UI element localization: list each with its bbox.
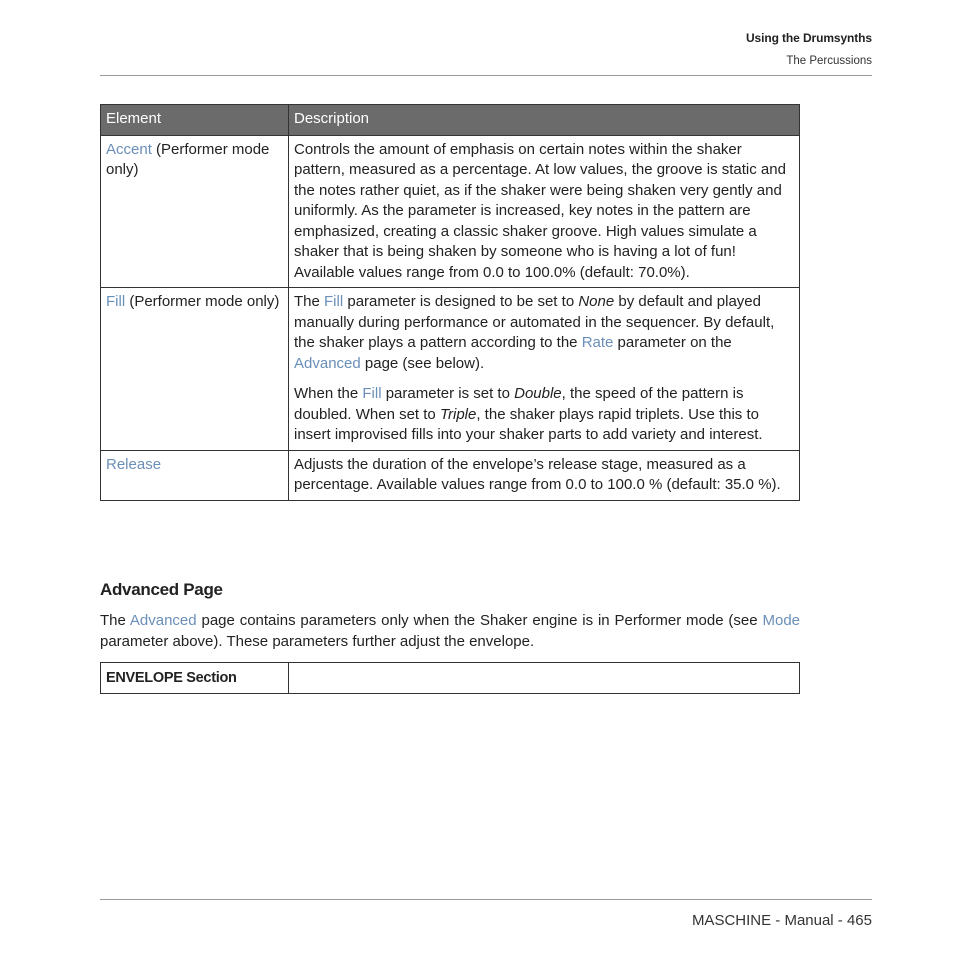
fill-link[interactable]: Fill <box>362 385 381 402</box>
fill-link[interactable]: Fill <box>324 293 343 310</box>
fill-link[interactable]: Fill <box>106 293 125 310</box>
envelope-section-value <box>288 662 800 694</box>
envelope-section-table: ENVELOPE Section <box>100 662 800 694</box>
rate-link[interactable]: Rate <box>582 334 614 351</box>
emphasis: None <box>578 293 615 310</box>
text: The <box>100 612 130 629</box>
description-paragraph: The Fill parameter is designed to be set… <box>294 292 794 374</box>
text: page contains parameters only when the S… <box>196 612 763 629</box>
emphasis: Triple <box>439 405 477 423</box>
parameters-table: Element Description Accent (Performer mo… <box>100 104 800 501</box>
column-header-description: Description <box>288 104 800 136</box>
header-divider <box>100 75 872 76</box>
text: parameter above). These parameters furth… <box>100 632 535 650</box>
description-paragraph: When the Fill parameter is set to Double… <box>294 384 794 446</box>
description-text: Adjusts the duration of the envelope’s r… <box>294 455 781 494</box>
element-cell: Fill (Performer mode only) <box>100 287 289 451</box>
footer-divider <box>100 899 872 900</box>
text: page (see below). <box>360 354 485 372</box>
text: When the <box>294 385 363 402</box>
page-footer: MASCHINE - Manual - 465 <box>691 912 872 929</box>
advanced-page-heading: Advanced Page <box>100 580 223 599</box>
envelope-section-label: ENVELOPE Section <box>100 662 289 694</box>
text: parameter is set to <box>381 385 515 402</box>
description-cell: Adjusts the duration of the envelope’s r… <box>288 449 800 501</box>
table-row: Accent (Performer mode only) Controls th… <box>100 134 800 288</box>
table-header-row: Element Description <box>100 104 800 136</box>
chapter-title: Using the Drumsynths <box>745 31 872 45</box>
table-row: Release Adjusts the duration of the enve… <box>100 449 800 501</box>
text: The <box>294 293 325 310</box>
accent-link[interactable]: Accent <box>106 141 152 158</box>
table-row: Fill (Performer mode only) The Fill para… <box>100 287 800 451</box>
element-note: (Performer mode only) <box>125 293 280 310</box>
element-cell: Release <box>100 449 289 501</box>
emphasis: Double <box>514 385 562 402</box>
description-cell: Controls the amount of emphasis on certa… <box>288 134 800 288</box>
description-cell: The Fill parameter is designed to be set… <box>288 287 800 451</box>
advanced-link[interactable]: Advanced <box>294 355 361 372</box>
advanced-link[interactable]: Advanced <box>130 612 197 629</box>
release-link[interactable]: Release <box>106 456 161 473</box>
element-cell: Accent (Performer mode only) <box>100 134 289 288</box>
text: parameter is designed to be set to <box>343 293 579 310</box>
description-text: Controls the amount of emphasis on certa… <box>294 140 786 281</box>
section-title: The Percussions <box>786 55 872 67</box>
advanced-page-paragraph: The Advanced page contains parameters on… <box>100 611 800 652</box>
mode-link[interactable]: Mode <box>762 612 800 629</box>
text: parameter on the <box>613 334 732 351</box>
table-row: ENVELOPE Section <box>100 662 800 694</box>
column-header-element: Element <box>100 104 289 136</box>
